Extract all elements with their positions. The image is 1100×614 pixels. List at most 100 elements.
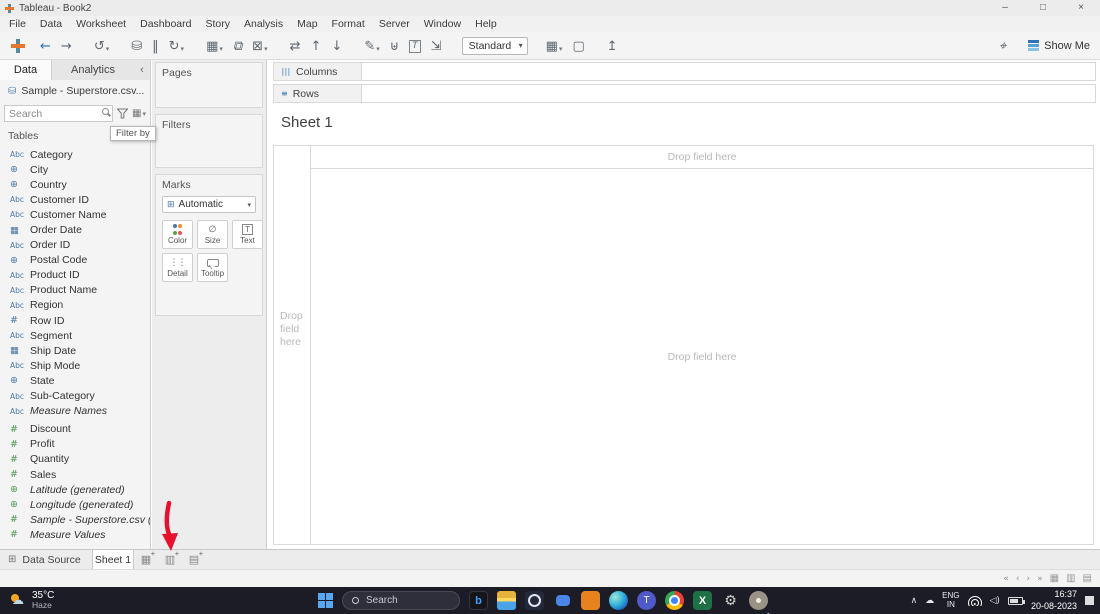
field-region[interactable]: AbcRegion [0,298,150,313]
app-icon-excel[interactable] [693,591,712,610]
field-measure-values[interactable]: #Measure Values [0,527,150,542]
menu-data[interactable]: Data [33,16,69,32]
field-profit[interactable]: #Profit [0,437,150,452]
presentation-mode-button[interactable]: ▢ [570,37,586,55]
language-indicator[interactable]: ENG IN [942,592,959,610]
app-icon-chrome[interactable] [665,591,684,610]
fit-dropdown[interactable]: Standard ▾ [462,37,528,55]
clock[interactable]: 16:37 20-08-2023 [1031,589,1077,612]
app-icon-bing[interactable] [469,591,488,610]
redo-button[interactable]: → [59,37,74,55]
field-discount[interactable]: #Discount [0,422,150,437]
app-icon-edge[interactable] [609,591,628,610]
tooltip-cursor-button[interactable]: ⌖ [997,37,1008,55]
tab-analytics[interactable]: Analytics [52,60,134,80]
view-options-button[interactable]: ▦ ▾ [132,108,146,119]
show-me-button[interactable]: Show Me [1028,40,1090,52]
show-sheet-tabs-button[interactable]: ▦ [1050,573,1059,584]
show-filmstrip-button[interactable]: ▥ [1066,573,1075,584]
new-worksheet-tab-button[interactable]: ▦ + [134,550,158,569]
field-row-id[interactable]: #Row ID [0,313,150,328]
tooltip-button[interactable]: Tooltip [197,253,228,282]
filter-icon[interactable] [117,108,128,119]
menu-help[interactable]: Help [468,16,504,32]
field-category[interactable]: AbcCategory [0,147,150,162]
show-mark-labels-button[interactable]: T [407,37,423,55]
detail-button[interactable]: ⋮⋮Detail [162,253,193,282]
undo-button[interactable]: ← [38,37,53,55]
tab-data[interactable]: Data [0,60,52,80]
field-state[interactable]: ⊕State [0,373,150,388]
drop-zone-top[interactable]: Drop field here [310,145,1094,169]
menu-analysis[interactable]: Analysis [237,16,290,32]
field-order-date[interactable]: ▦Order Date [0,222,150,237]
duplicate-button[interactable]: ⧉ [231,37,244,55]
minimize-button[interactable]: – [986,0,1024,16]
columns-shelf[interactable]: ∣∣∣ Columns [273,62,1096,81]
filters-shelf[interactable]: Filters [155,114,263,168]
menu-server[interactable]: Server [372,16,417,32]
app-icon-orange[interactable] [581,591,600,610]
pause-auto-updates-button[interactable]: ‖ [150,37,161,55]
drop-zone-main[interactable]: Drop field here [310,168,1094,545]
first-sheet-button[interactable]: « [1003,574,1009,584]
menu-window[interactable]: Window [417,16,468,32]
revert-button[interactable]: ↺▾ [92,37,111,55]
columns-shelf-empty[interactable] [362,63,1095,80]
weather-widget[interactable]: 35°C Haze [10,589,54,612]
drop-zone-left[interactable]: Drop field here [273,145,311,545]
field-sub-category[interactable]: AbcSub-Category [0,389,150,404]
field-product-name[interactable]: AbcProduct Name [0,283,150,298]
menu-dashboard[interactable]: Dashboard [133,16,198,32]
mark-type-dropdown[interactable]: ⊞ Automatic ▾ [162,196,256,213]
field-postal-code[interactable]: ⊕Postal Code [0,253,150,268]
app-icon-explorer[interactable] [497,591,516,610]
menu-map[interactable]: Map [290,16,324,32]
field-measure-names[interactable]: AbcMeasure Names [0,404,150,419]
app-icon-teams-chat[interactable] [553,591,572,610]
hidden-icons-chevron[interactable]: ∧ [911,596,918,606]
close-button[interactable]: × [1062,0,1100,16]
tableau-logo-button[interactable] [10,38,26,54]
app-icon-camera[interactable] [525,591,544,610]
field-sample-superstore-csv[interactable]: #Sample - Superstore.csv (... [0,512,150,527]
field-city[interactable]: ⊕City [0,162,150,177]
collapse-pane-button[interactable]: ‹ [134,60,150,80]
pages-shelf[interactable]: Pages [155,62,263,108]
field-quantity[interactable]: #Quantity [0,452,150,467]
tab-data-source[interactable]: ⊞ Data Source [0,550,92,569]
share-button[interactable]: ↥ [605,37,620,55]
field-customer-name[interactable]: AbcCustomer Name [0,207,150,222]
fix-axes-button[interactable]: ⇲ [429,37,444,55]
menu-file[interactable]: File [2,16,33,32]
field-customer-id[interactable]: AbcCustomer ID [0,192,150,207]
search-input[interactable] [4,105,113,122]
color-button[interactable]: Color [162,220,193,249]
field-country[interactable]: ⊕Country [0,177,150,192]
tab-sheet1[interactable]: Sheet 1 [92,550,134,569]
rows-shelf[interactable]: ≡ Rows [273,84,1096,103]
new-story-tab-button[interactable]: ▤ + [182,550,206,569]
menu-story[interactable]: Story [198,16,237,32]
next-sheet-button[interactable]: › [1027,574,1031,584]
group-members-button[interactable]: ⊎ [388,37,402,55]
app-icon-gimp[interactable] [749,591,768,610]
battery-icon[interactable] [1008,597,1023,605]
sort-descending-button[interactable]: ↓ [329,37,344,55]
start-button[interactable] [318,593,333,608]
speaker-icon[interactable]: ◁) [990,596,1000,606]
field-longitude-generated[interactable]: ⊕Longitude (generated) [0,497,150,512]
menu-worksheet[interactable]: Worksheet [69,16,133,32]
highlight-button[interactable]: ✎▾ [362,37,381,55]
previous-sheet-button[interactable]: ‹ [1016,574,1020,584]
app-icon-settings[interactable] [721,591,740,610]
field-ship-mode[interactable]: AbcShip Mode [0,358,150,373]
field-sales[interactable]: #Sales [0,467,150,482]
taskbar-search[interactable]: Search [342,591,460,610]
field-product-id[interactable]: AbcProduct ID [0,268,150,283]
sort-ascending-button[interactable]: ↑ [309,37,324,55]
last-sheet-button[interactable]: » [1037,574,1043,584]
clear-sheet-button[interactable]: ⊠▾ [250,37,269,55]
app-icon-teams[interactable] [637,591,656,610]
swap-rows-columns-button[interactable]: ⇄ [288,37,303,55]
